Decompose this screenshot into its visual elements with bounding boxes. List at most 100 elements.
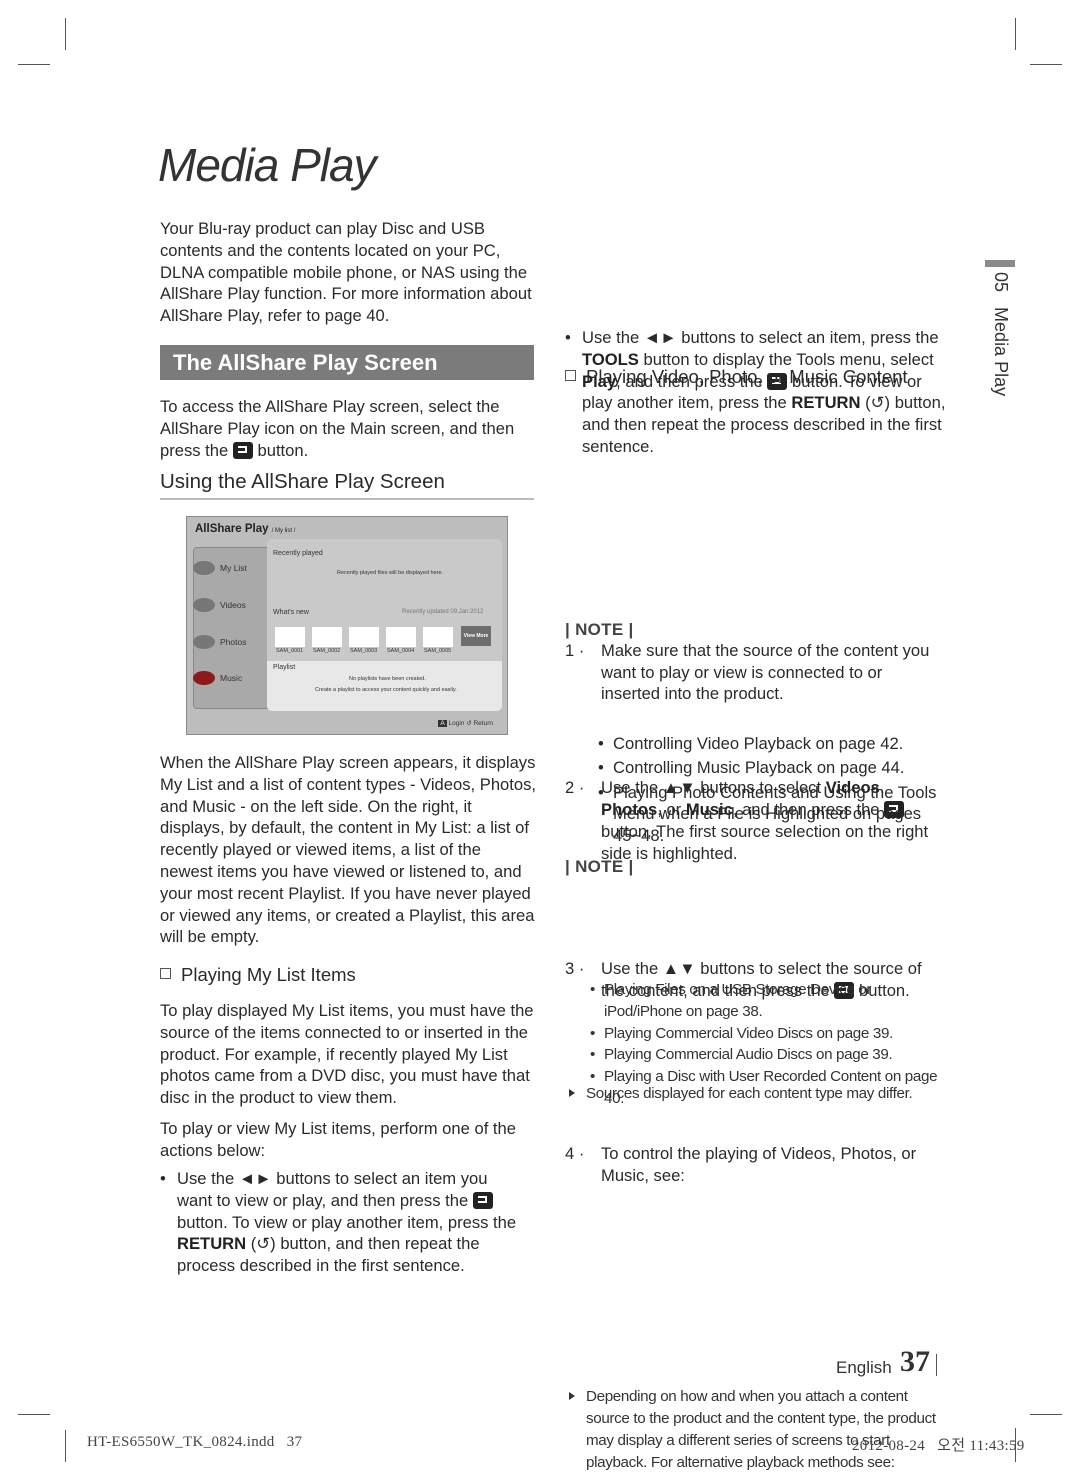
crop-mark [65,18,66,50]
text-run: To control the playing of Videos, Photos… [601,1143,917,1185]
crop-mark [18,64,50,65]
a-button-icon: A [438,720,447,727]
playing-my-list-heading: Playing My List Items [160,964,538,986]
section-header: The AllShare Play Screen [160,345,534,380]
thumbnail [423,627,453,647]
ref-item: Playing Photo Contents and Using the Too… [565,782,943,847]
chapter-tab-bar [985,260,1015,267]
enter-button-icon [472,1191,493,1209]
recently-updated: Recently updated 09.Jan.2012 [402,609,484,615]
footer-timestamp: 2012-08-24 오전 11:43:59 [852,1438,1025,1454]
playlist-empty: No playlists have been created. [349,676,426,682]
allshare-screen-image: AllShare Play / My list / My List Videos… [186,516,508,735]
chapter-label: Media Play [991,307,1011,397]
crop-mark [1030,64,1062,65]
text-run: Use the ◄► buttons to select an item you… [177,1169,488,1210]
crop-mark [1015,18,1016,50]
ref-item: Controlling Music Playback on page 44. [565,757,943,779]
footer-language: English [836,1358,892,1377]
thumbnail-label: SAM_0005 [424,648,452,654]
page-title: Media Play [158,139,377,191]
step-number: 3 · [565,959,585,979]
photos-icon [193,635,215,649]
thumbnail [312,627,342,647]
playing-content-heading: Playing Video, Photo, or Music Content [565,366,943,388]
bold-term: RETURN [177,1234,247,1254]
step-number: 4 · [565,1143,585,1163]
screen-menu-videos: Videos [193,598,246,612]
text-run: To access the AllShare Play screen, sele… [160,397,515,460]
access-paragraph: To access the AllShare Play screen, sele… [160,396,538,461]
thumbnail-label: SAM_0001 [276,648,304,654]
checkbox-bullet-icon [160,968,171,979]
checkbox-bullet-icon [565,370,576,381]
screen-playlist-panel [267,661,502,711]
step-4-refs: Controlling Video Playback on page 42. C… [565,733,943,847]
screen-title-text: AllShare Play [195,523,269,535]
tools-bullet: Use the ◄► buttons to select an item, pr… [565,327,947,458]
step-text: To control the playing of Videos, Photos… [601,1144,916,1185]
chapter-number: 05 [991,272,1011,293]
thumbnail-label: SAM_0004 [387,648,415,654]
playlist-hint: Create a playlist to access your content… [315,687,457,693]
bold-term: RETURN [791,393,861,413]
note-2-refs: Playing Files on a USB Storage Device or… [565,979,943,1110]
footer-file-name: HT-ES6550W_TK_0824.indd 37 [87,1434,303,1450]
thumbnail [275,627,305,647]
screen-breadcrumb: / My list / [271,528,296,534]
step-1: 1 · Make sure that the source of the cont… [565,640,941,705]
text-run: Make sure that the source of the content… [601,640,930,704]
page-number: 37 [900,1345,930,1378]
screen-footer: A Login ↺ Return [438,719,493,727]
chapter-tab: 05 Media Play [990,272,1011,396]
my-list-paragraph-2: To play or view My List items, perform o… [160,1119,516,1160]
recently-played-label: Recently played [273,550,323,557]
ref-item: Playing Commercial Video Discs on page 3… [565,1023,943,1045]
ref-item: Playing a Disc with User Recorded Conten… [565,1066,943,1110]
screen-menu-my-list: My List [193,561,247,575]
step-4: 4 · To control the playing of Videos, Pho… [565,1143,941,1187]
my-list-paragraph-1: To play displayed My List items, you mus… [160,1001,534,1108]
note-label: | NOTE | [565,857,634,876]
menu-label: My List [220,563,247,573]
thumbnail [349,627,379,647]
description-paragraph: When the AllShare Play screen appears, i… [160,753,537,947]
recently-played-empty: Recently played files will be displayed … [337,570,444,576]
heading-text: Playing Video, Photo, or Music Content [586,366,908,387]
step-text: Make sure that the source of the content… [601,641,929,704]
text-run: button. To view or play another item, pr… [177,1212,517,1232]
playlist-label: Playlist [273,664,296,671]
ref-item: Controlling Video Playback on page 42. [565,733,943,755]
return-icon: ↺ [466,720,472,727]
whats-new-label: What's new [273,609,309,616]
enter-button-icon [232,441,253,459]
note-label: | NOTE | [565,620,634,639]
videos-icon [193,598,215,612]
crop-mark [18,1414,50,1415]
my-list-icon [193,561,215,575]
crop-mark [1030,1414,1062,1415]
thumbnail [386,627,416,647]
note-2: Depending on how and when you attach a c… [565,1386,951,1473]
return-label: Return [473,720,493,727]
screen-title: AllShare Play / My list / [195,523,295,535]
music-icon [193,671,215,685]
menu-label: Photos [220,637,247,647]
text-run: button. [252,440,309,460]
step-number: 1 · [565,640,585,660]
login-label: Login [448,720,465,727]
intro-paragraph: Your Blu-ray product can play Disc and U… [160,219,532,326]
screen-menu-music: Music [193,671,242,685]
ref-item: Playing Commercial Audio Discs on page 3… [565,1044,943,1066]
page-number-divider [936,1354,937,1376]
subheading: Using the AllShare Play Screen [160,470,534,500]
crop-mark [65,1430,66,1462]
thumbnail-label: SAM_0003 [350,648,378,654]
my-list-bullet: Use the ◄► buttons to select an item you… [160,1168,522,1277]
screen-menu-photos: Photos [193,635,246,649]
heading-text: Playing My List Items [181,964,356,985]
menu-label: Videos [220,600,246,610]
view-more-button: View More [461,626,491,646]
menu-label: Music [220,673,243,683]
text-run: Use the ◄► buttons to select an item, pr… [582,327,939,347]
